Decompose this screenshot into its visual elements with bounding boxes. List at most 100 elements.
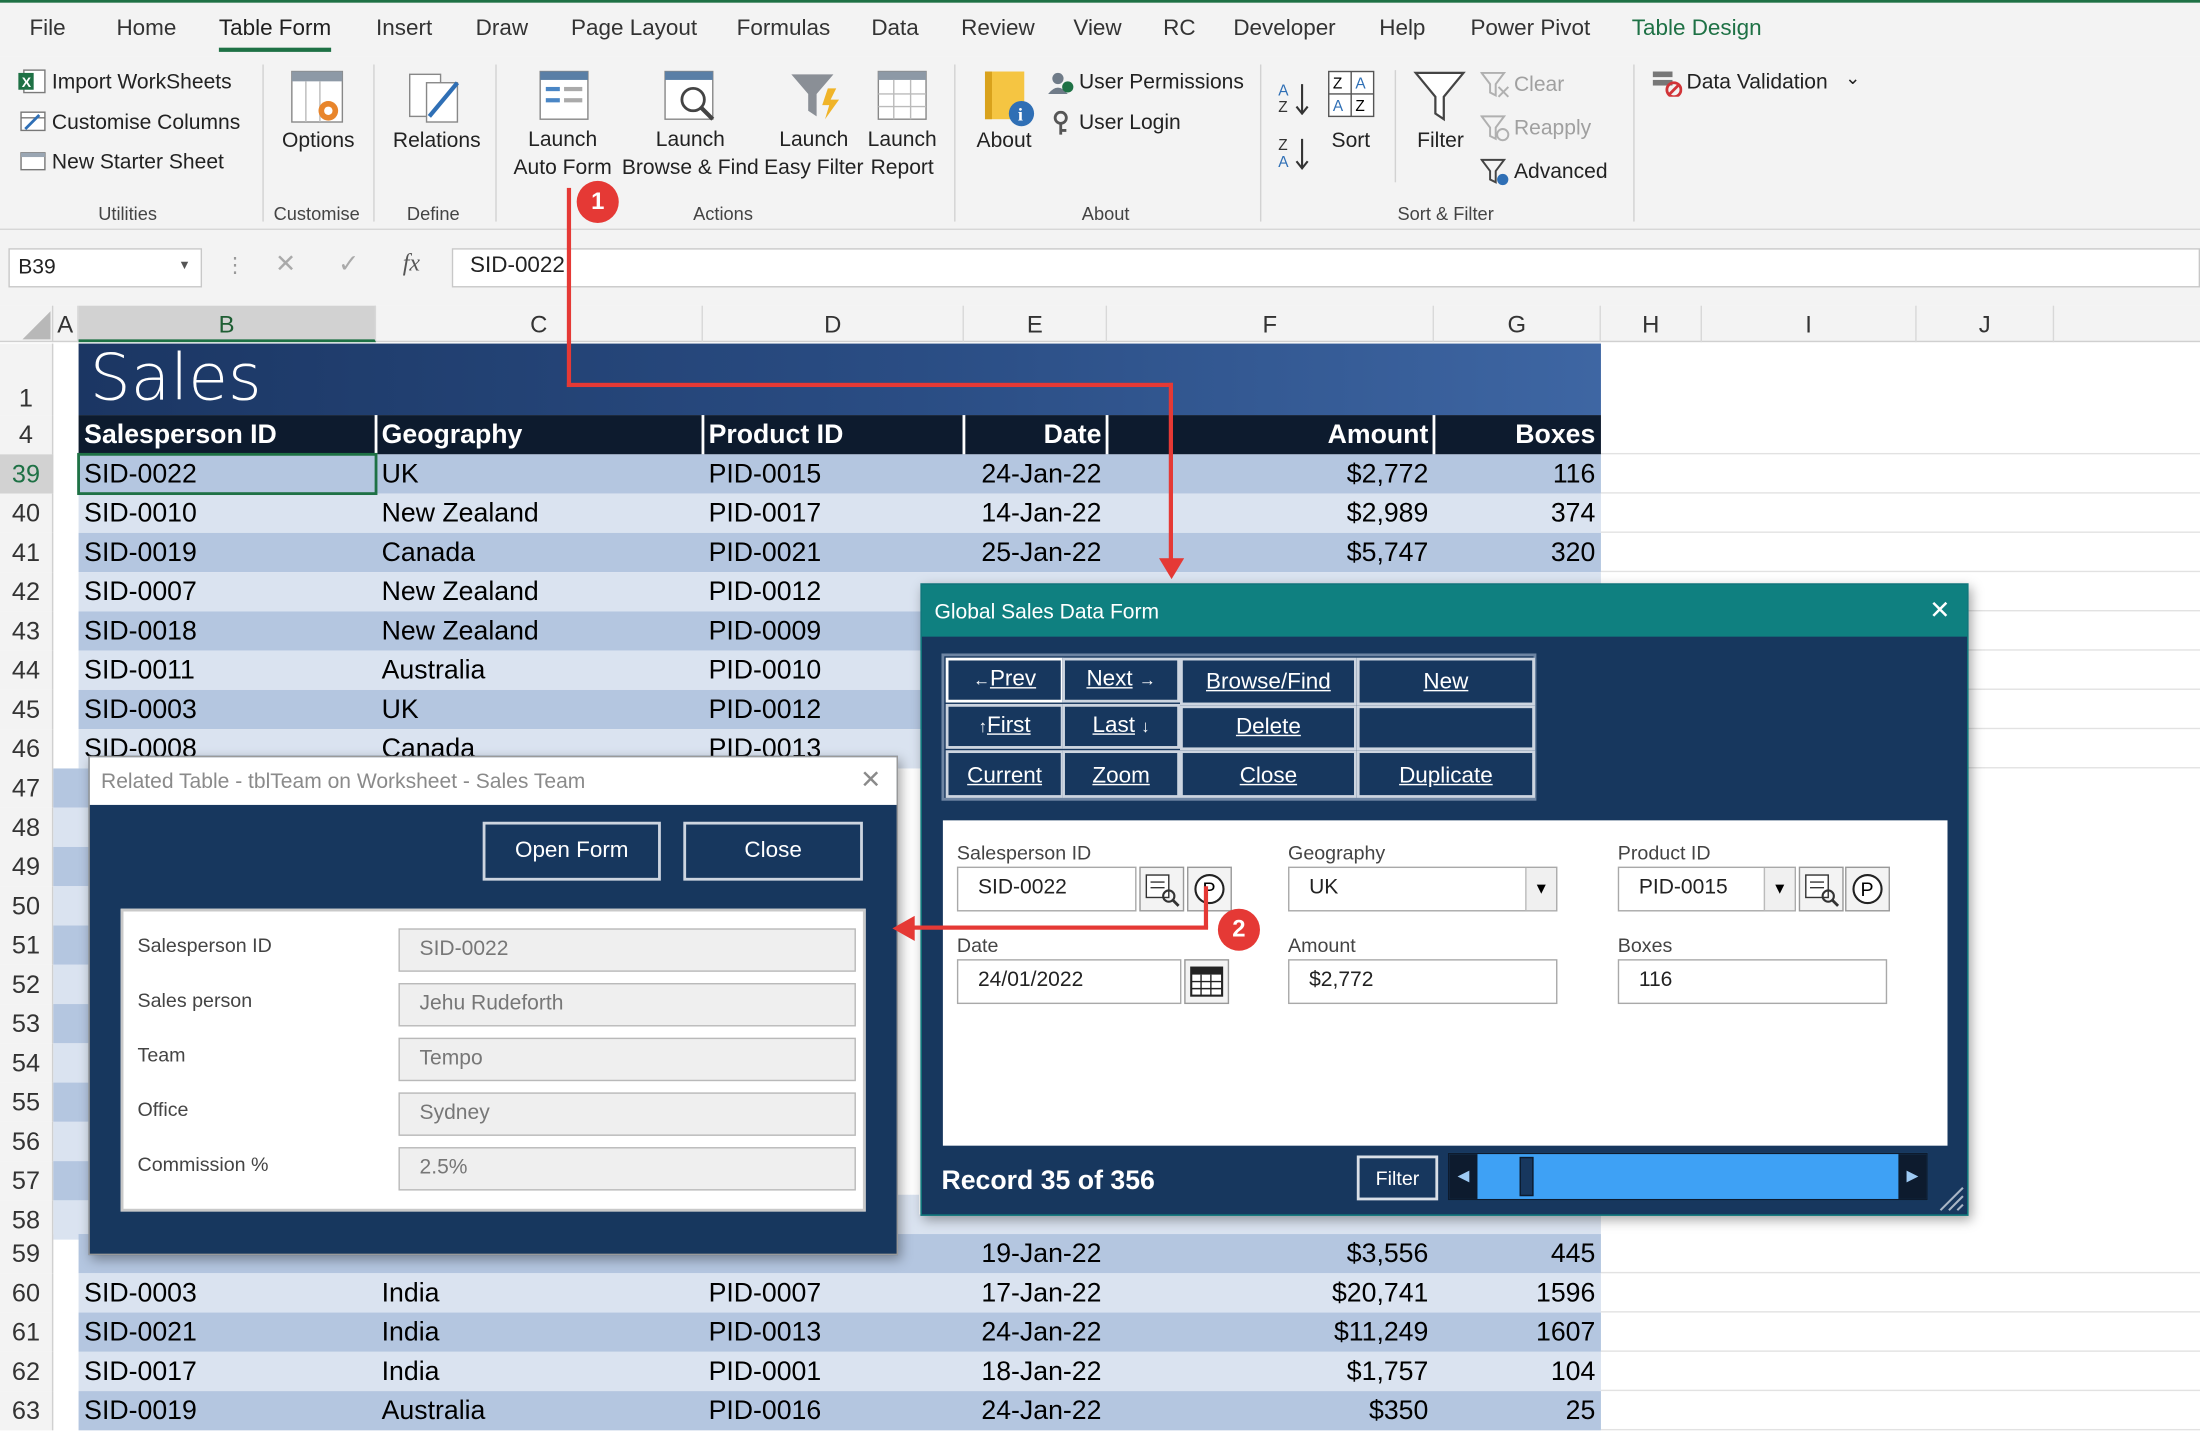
cell-salesperson-id[interactable]: SID-0021 xyxy=(79,1313,376,1352)
cell-boxes[interactable]: 25 xyxy=(1434,1391,1601,1430)
cell-geography[interactable]: Canada xyxy=(376,533,703,572)
row-header-46[interactable]: 46 xyxy=(0,729,54,769)
row-header-48[interactable]: 48 xyxy=(0,807,54,847)
advanced-button[interactable]: Advanced xyxy=(1514,160,1608,184)
user-login-button[interactable]: User Login xyxy=(1079,111,1181,135)
row-header-4[interactable]: 4 xyxy=(0,415,54,455)
cell-date[interactable]: 19-Jan-22 xyxy=(964,1234,1107,1273)
duplicate-button[interactable]: Duplicate xyxy=(1356,750,1535,798)
row-header-60[interactable]: 60 xyxy=(0,1273,54,1313)
row-header-53[interactable]: 53 xyxy=(0,1004,54,1044)
insert-function-icon[interactable]: fx xyxy=(403,250,420,278)
sort-button[interactable]: Sort xyxy=(1332,129,1371,153)
filter-button[interactable]: Filter xyxy=(1417,129,1464,153)
tab-home[interactable]: Home xyxy=(116,17,176,42)
cell-date[interactable]: 18-Jan-22 xyxy=(964,1352,1107,1391)
cell-geography[interactable]: New Zealand xyxy=(376,611,703,650)
column-header-i[interactable]: I xyxy=(1702,305,1917,343)
cell-geography[interactable]: UK xyxy=(376,690,703,729)
cell-salesperson-id[interactable]: SID-0003 xyxy=(79,690,376,729)
header-date[interactable]: Date xyxy=(964,415,1107,454)
cell-amount[interactable]: $2,989 xyxy=(1107,494,1434,533)
row-header-50[interactable]: 50 xyxy=(0,886,54,926)
header-amount[interactable]: Amount xyxy=(1107,415,1434,454)
related-field-value[interactable]: Tempo xyxy=(398,1037,856,1082)
cell-boxes[interactable]: 374 xyxy=(1434,494,1601,533)
launch-easy-filter-button[interactable]: Launch Easy Filter xyxy=(763,126,864,182)
column-header-e[interactable]: E xyxy=(964,305,1108,343)
column-header-g[interactable]: G xyxy=(1434,305,1601,343)
boxes-input[interactable]: 116 xyxy=(1617,959,1888,1005)
cell-product-id[interactable]: PID-0021 xyxy=(703,533,964,572)
column-header-b[interactable]: B xyxy=(78,305,377,343)
cell-salesperson-id[interactable]: SID-0019 xyxy=(79,1391,376,1430)
related-close-button[interactable]: Close xyxy=(683,821,863,881)
tab-insert[interactable]: Insert xyxy=(376,17,432,42)
cell-salesperson-id[interactable]: SID-0010 xyxy=(79,494,376,533)
cell-amount[interactable]: $3,556 xyxy=(1107,1234,1434,1273)
cell-product-id[interactable]: PID-0001 xyxy=(703,1352,964,1391)
row-header-44[interactable]: 44 xyxy=(0,650,54,690)
cancel-icon[interactable]: ✕ xyxy=(275,250,296,279)
row-header-39[interactable]: 39 xyxy=(0,454,54,494)
scroll-left-icon[interactable]: ◀ xyxy=(1449,1154,1478,1199)
data-validation-button[interactable]: Data Validation xyxy=(1687,70,1828,94)
column-header-j[interactable]: J xyxy=(1917,305,2055,343)
tab-table-design[interactable]: Table Design xyxy=(1632,17,1762,42)
cell-salesperson-id[interactable]: SID-0017 xyxy=(79,1352,376,1391)
cell-geography[interactable]: UK xyxy=(376,454,703,493)
options-button[interactable]: Options xyxy=(282,129,355,153)
cell-boxes[interactable]: 445 xyxy=(1434,1234,1601,1273)
cell-geography[interactable]: New Zealand xyxy=(376,572,703,611)
cell-geography[interactable]: Australia xyxy=(376,651,703,690)
tab-page-layout[interactable]: Page Layout xyxy=(571,17,697,42)
chevron-down-icon[interactable]: ▼ xyxy=(1763,868,1795,911)
blank-button[interactable] xyxy=(1356,705,1535,751)
cell-product-id[interactable]: PID-0013 xyxy=(703,1313,964,1352)
header-product-id[interactable]: Product ID xyxy=(703,415,964,454)
row-header-41[interactable]: 41 xyxy=(0,532,54,573)
row-header-42[interactable]: 42 xyxy=(0,572,54,612)
scroll-thumb[interactable] xyxy=(1519,1156,1534,1197)
chevron-down-icon[interactable]: ▼ xyxy=(1525,868,1557,911)
geography-select[interactable]: UK ▼ xyxy=(1288,866,1558,912)
record-scrollbar[interactable]: ◀ ▶ xyxy=(1447,1152,1928,1201)
import-worksheets-button[interactable]: Import WorkSheets xyxy=(52,70,232,94)
cell-geography[interactable]: India xyxy=(376,1313,703,1352)
current-button[interactable]: Current xyxy=(945,750,1064,798)
clear-button[interactable]: Clear xyxy=(1514,73,1564,97)
row-header-54[interactable]: 54 xyxy=(0,1043,54,1083)
row-header-43[interactable]: 43 xyxy=(0,611,54,651)
column-header-a[interactable]: A xyxy=(53,305,79,343)
cell-amount[interactable]: $2,772 xyxy=(1107,454,1434,493)
cell-product-id[interactable]: PID-0015 xyxy=(703,454,964,493)
header-boxes[interactable]: Boxes xyxy=(1434,415,1601,454)
cell-date[interactable]: 25-Jan-22 xyxy=(964,533,1107,572)
enter-check-icon[interactable]: ✓ xyxy=(338,250,359,279)
cell-amount[interactable]: $1,757 xyxy=(1107,1352,1434,1391)
date-input[interactable]: 24/01/2022 xyxy=(956,959,1182,1005)
cell-salesperson-id[interactable]: SID-0011 xyxy=(79,651,376,690)
tab-developer[interactable]: Developer xyxy=(1233,17,1335,42)
tab-file[interactable]: File xyxy=(29,17,65,42)
cell-salesperson-id[interactable]: SID-0019 xyxy=(79,533,376,572)
salesperson-id-input[interactable]: SID-0022 xyxy=(956,866,1137,912)
cell-amount[interactable]: $5,747 xyxy=(1107,533,1434,572)
tab-view[interactable]: View xyxy=(1073,17,1121,42)
calendar-icon[interactable] xyxy=(1184,959,1230,1005)
lookup-list-icon[interactable] xyxy=(1139,866,1185,912)
new-button[interactable]: New xyxy=(1356,657,1535,706)
zoom-button[interactable]: Zoom xyxy=(1062,750,1181,798)
prev-button[interactable]: ←Prev xyxy=(945,657,1064,703)
formula-input[interactable]: SID-0022 xyxy=(451,248,2200,288)
cell-date[interactable]: 24-Jan-22 xyxy=(964,454,1107,493)
cell-boxes[interactable]: 1596 xyxy=(1434,1273,1601,1312)
last-button[interactable]: Last ↓ xyxy=(1062,703,1181,749)
resize-grip-icon[interactable] xyxy=(1935,1182,1966,1220)
user-permissions-button[interactable]: User Permissions xyxy=(1079,70,1244,94)
parent-p-icon[interactable]: P xyxy=(1845,866,1890,912)
new-starter-sheet-button[interactable]: New Starter Sheet xyxy=(52,150,224,174)
row-header-59[interactable]: 59 xyxy=(0,1234,54,1274)
chevron-down-icon[interactable]: ⌄ xyxy=(1845,67,1860,89)
row-header-1[interactable]: 1 xyxy=(0,343,54,416)
